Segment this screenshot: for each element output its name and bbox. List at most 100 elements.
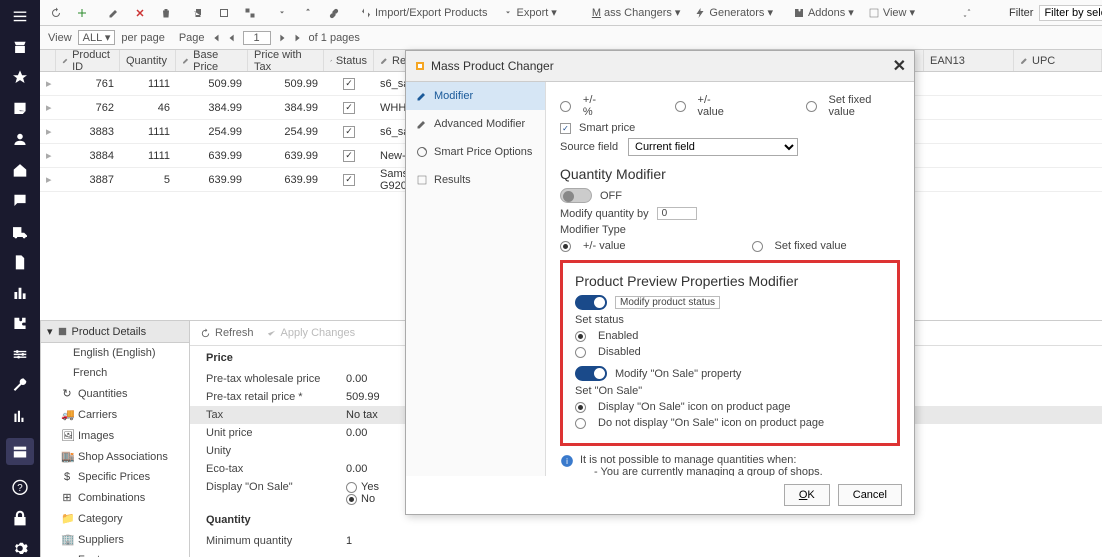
generators-menu[interactable]: Generators ▾ [690, 4, 777, 21]
tab-results[interactable]: Results [406, 166, 545, 194]
file-icon[interactable] [11, 254, 29, 271]
tree-item[interactable]: ≡Features [41, 550, 189, 557]
mass-changers-menu[interactable]: Mass Changers ▾ [573, 4, 685, 21]
ok-button[interactable]: OK [784, 484, 830, 506]
edit-button[interactable] [104, 5, 124, 21]
chart-icon[interactable] [11, 285, 29, 302]
wrench-icon[interactable] [11, 377, 29, 394]
truck-icon[interactable] [11, 223, 29, 240]
pm-fixed-radio[interactable] [806, 101, 817, 112]
tree-item[interactable]: English (English) [41, 343, 189, 363]
pm-percent-radio[interactable] [560, 101, 571, 112]
apply-changes-button[interactable]: Apply Changes [266, 327, 356, 339]
col-product-id[interactable]: Product ID [56, 50, 120, 71]
star-icon[interactable] [11, 69, 29, 86]
products-icon[interactable] [6, 438, 34, 465]
tree-item[interactable]: 🏬Shop Associations [41, 446, 189, 467]
inbox-icon[interactable] [11, 100, 29, 117]
col-price-tax[interactable]: Price with Tax [248, 50, 324, 71]
add-button[interactable] [72, 5, 92, 21]
addons-menu[interactable]: Addons ▾ [789, 4, 858, 21]
tab-smart-price[interactable]: Smart Price Options [406, 138, 545, 166]
store-icon[interactable] [11, 39, 29, 56]
qty-modifier-title: Quantity Modifier [560, 166, 900, 182]
pm-value-radio[interactable] [675, 101, 686, 112]
prev-page-icon[interactable] [227, 33, 237, 43]
set-onsale-label: Set "On Sale" [575, 385, 885, 397]
panel-header[interactable]: ▾ Product Details [41, 321, 189, 343]
onsale-toggle[interactable] [575, 366, 607, 381]
export-csv-button[interactable] [272, 5, 292, 21]
main-sidebar: ? [0, 0, 40, 557]
qty-toggle[interactable] [560, 188, 592, 203]
next-page-icon[interactable] [277, 33, 287, 43]
status-disabled-radio[interactable] [575, 347, 586, 358]
onsale-hide-radio[interactable] [575, 418, 586, 429]
modal-title-text: Mass Product Changer [431, 59, 554, 73]
clone-button[interactable] [214, 5, 234, 21]
link-button[interactable] [324, 5, 344, 21]
export-menu[interactable]: Export ▾ [498, 4, 561, 21]
menu-icon[interactable] [11, 8, 29, 25]
tree-item[interactable]: ↻Quantities [41, 383, 189, 404]
stats-icon[interactable] [11, 408, 29, 425]
last-page-icon[interactable] [293, 33, 303, 43]
filter-input[interactable] [1039, 5, 1102, 21]
status-toggle[interactable] [575, 295, 607, 310]
product-details-panel: ▾ Product Details English (English)Frenc… [40, 320, 190, 557]
modifier-type-label: Modifier Type [560, 224, 900, 236]
mt-fixed-radio[interactable] [752, 241, 763, 252]
tree-item[interactable]: French [41, 363, 189, 383]
tab-advanced[interactable]: Advanced Modifier [406, 110, 545, 138]
multi-button[interactable] [240, 5, 260, 21]
col-base-price[interactable]: Base Price [176, 50, 248, 71]
cancel-button[interactable]: Cancel [838, 484, 902, 506]
col-ean13[interactable]: EAN13 [924, 50, 1014, 71]
col-upc[interactable]: UPC [1014, 50, 1102, 71]
qty-input[interactable]: 0 [657, 207, 697, 220]
import-csv-button[interactable] [298, 5, 318, 21]
gear-icon[interactable] [11, 540, 29, 557]
delete-button[interactable] [130, 5, 150, 21]
tree-item[interactable]: ⊞Combinations [41, 487, 189, 508]
onsale-yes-radio[interactable] [346, 482, 357, 493]
first-page-icon[interactable] [211, 33, 221, 43]
source-field-select[interactable]: Current field [628, 138, 798, 156]
tab-modifier[interactable]: Modifier [406, 82, 545, 110]
tree-item[interactable]: 📁Category [41, 508, 189, 529]
source-field-label: Source field [560, 141, 620, 153]
col-status[interactable]: Status [324, 50, 374, 71]
trash-button[interactable] [156, 5, 176, 21]
close-icon[interactable]: ✕ [893, 56, 906, 76]
tree-item[interactable]: 🖼Images [41, 425, 189, 446]
copy-button[interactable] [188, 5, 208, 21]
min-qty-value: 1 [346, 535, 352, 547]
lock-icon[interactable] [11, 510, 29, 527]
status-enabled-radio[interactable] [575, 331, 586, 342]
import-export-button[interactable]: Import/Export Products [356, 5, 492, 21]
smart-price-checkbox[interactable]: ✓ [560, 123, 571, 134]
settings-icon[interactable] [11, 346, 29, 363]
expand-button[interactable] [983, 5, 1003, 21]
user-icon[interactable] [11, 131, 29, 148]
page-label: Page [179, 32, 205, 44]
view-menu[interactable]: View ▾ [864, 4, 919, 21]
view-label: View [48, 32, 72, 44]
col-quantity[interactable]: Quantity [120, 50, 176, 71]
puzzle-icon[interactable] [11, 315, 29, 332]
filter-col-button[interactable] [931, 5, 951, 21]
sort-button[interactable] [957, 5, 977, 21]
refresh-button[interactable] [46, 5, 66, 21]
onsale-no-radio[interactable] [346, 494, 357, 505]
mt-value-radio[interactable] [560, 241, 571, 252]
tree-item[interactable]: $Specific Prices [41, 467, 189, 487]
refresh-details-button[interactable]: Refresh [200, 327, 254, 339]
tree-item[interactable]: 🏢Suppliers [41, 529, 189, 550]
help-icon[interactable]: ? [11, 479, 29, 496]
view-select[interactable]: ALL ▾ [78, 30, 116, 45]
chat-icon[interactable] [11, 192, 29, 209]
home-icon[interactable] [11, 162, 29, 179]
onsale-display-radio[interactable] [575, 402, 586, 413]
page-input[interactable]: 1 [243, 31, 271, 45]
tree-item[interactable]: 🚚Carriers [41, 404, 189, 425]
